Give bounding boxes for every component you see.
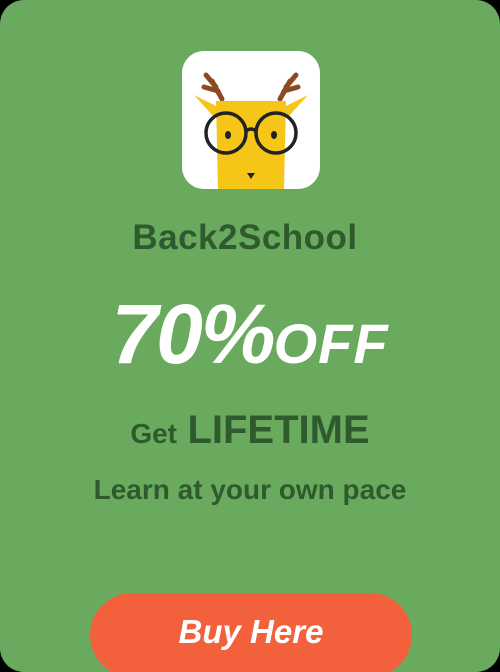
promo-name: Back2School (132, 218, 358, 257)
app-icon (182, 51, 320, 189)
deer-with-glasses-logo-icon (194, 72, 308, 189)
buy-button[interactable]: Buy Here (90, 593, 412, 672)
plan-name: LIFETIME (187, 408, 370, 452)
promo-card: Back2School 70%OFF Get LIFETIME Learn at… (0, 0, 500, 672)
tagline: Learn at your own pace (93, 474, 407, 505)
discount-suffix: OFF (273, 312, 389, 375)
plan-line: Get LIFETIME (0, 408, 500, 453)
discount-percent: 70% (111, 287, 275, 381)
plan-prefix: Get (130, 418, 177, 449)
discount-headline: 70%OFF (0, 286, 500, 383)
